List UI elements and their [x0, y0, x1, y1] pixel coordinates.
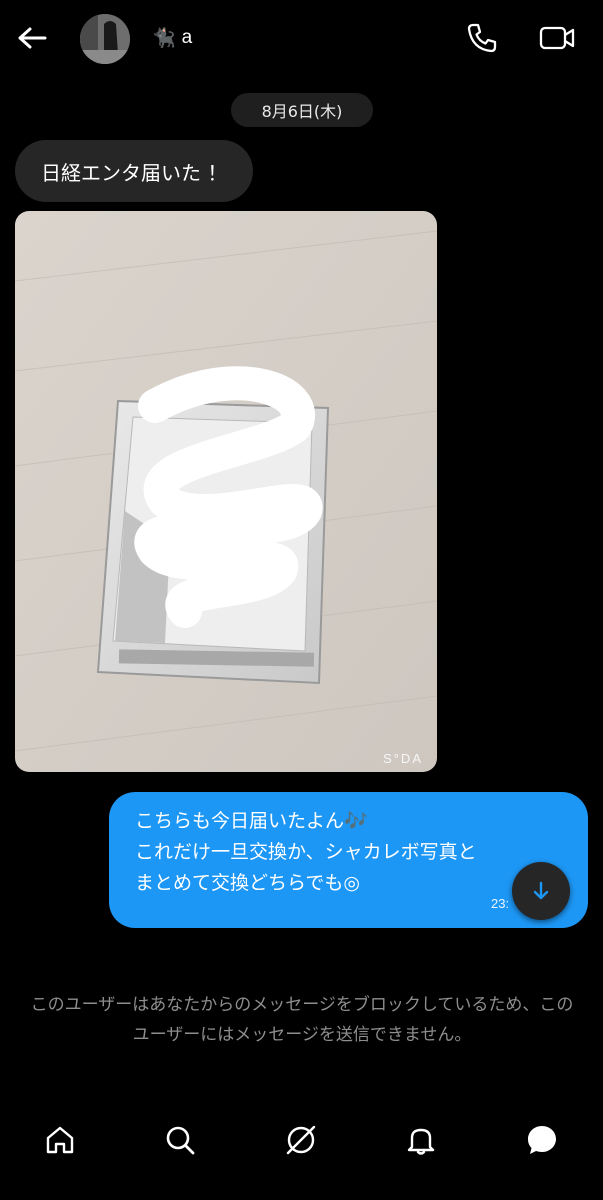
notifications-bell-icon	[407, 1128, 435, 1155]
cat-emoji: 🐈‍⬛	[152, 28, 176, 49]
nav-messages[interactable]	[522, 1120, 562, 1160]
arrow-down-icon	[533, 881, 549, 900]
photo-watermark: S°DA	[383, 751, 423, 766]
explore-icon	[286, 1125, 316, 1155]
back-arrow-icon	[18, 27, 47, 49]
blocked-notice: このユーザーはあなたからのメッセージをブロックしているため、このユーザーにはメッ…	[30, 995, 574, 1045]
nav-home[interactable]	[40, 1120, 80, 1160]
incoming-message[interactable]: 日経エンタ届いた ！	[15, 140, 254, 202]
video-call-button[interactable]	[538, 20, 576, 56]
search-icon	[166, 1126, 195, 1155]
back-button[interactable]	[14, 22, 50, 54]
message-line: まとめて交換どちらでも◎	[135, 872, 361, 894]
nav-explore[interactable]	[281, 1120, 321, 1160]
home-icon	[46, 1126, 74, 1154]
chat-header: 🐈‍⬛ a	[0, 0, 603, 78]
date-separator: 8月6日(木)	[231, 93, 373, 127]
username[interactable]: 🐈‍⬛ a	[152, 24, 192, 52]
nav-search[interactable]	[160, 1120, 200, 1160]
scroll-to-bottom-button[interactable]	[512, 862, 570, 920]
outgoing-message[interactable]: こちらも今日届いたよん🎶 これだけ一旦交換か、シャカレボ写真と まとめて交換どち…	[109, 792, 588, 928]
username-text: a	[181, 27, 193, 48]
messages-icon	[528, 1126, 556, 1154]
phone-icon	[467, 23, 497, 53]
nav-notifications[interactable]	[401, 1120, 441, 1160]
message-timestamp: 23:	[491, 896, 510, 911]
call-button[interactable]	[464, 20, 500, 56]
message-line: こちらも今日届いたよん🎶	[135, 810, 368, 832]
bottom-navigation	[0, 1100, 603, 1180]
message-line: これだけ一旦交換か、シャカレボ写真と	[135, 841, 477, 863]
photo-message[interactable]: S°DA	[15, 211, 437, 772]
avatar[interactable]	[80, 14, 130, 64]
video-camera-icon	[539, 26, 575, 50]
